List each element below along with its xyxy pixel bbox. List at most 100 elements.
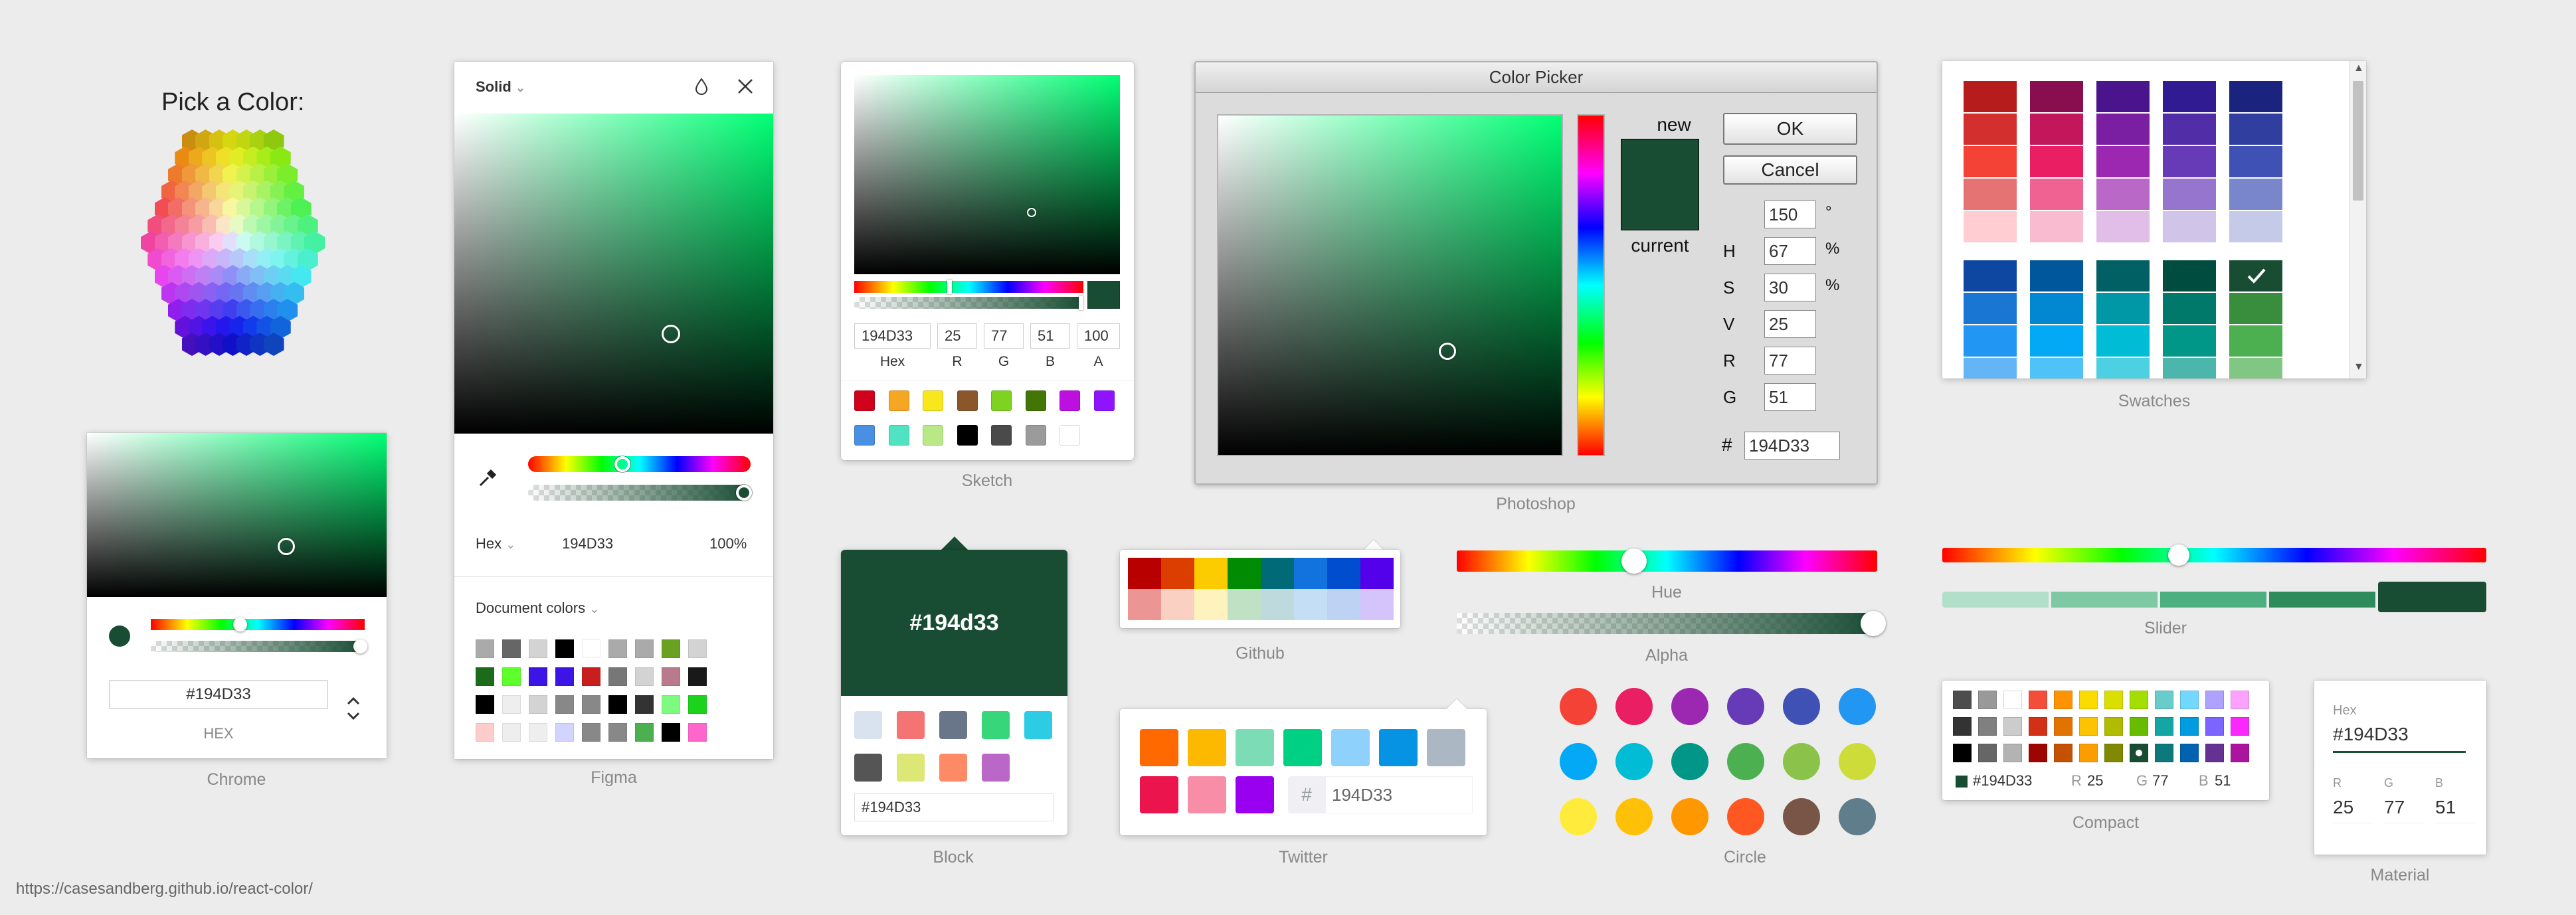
- github-swatch[interactable]: [1161, 558, 1194, 589]
- sketch-preset-swatch[interactable]: [923, 390, 943, 411]
- photoshop-hex-input[interactable]: 194D33: [1744, 432, 1840, 459]
- compact-swatch[interactable]: [2155, 691, 2173, 709]
- sketch-a-input[interactable]: 100: [1077, 323, 1120, 349]
- figma-swatch[interactable]: [662, 639, 680, 658]
- alpha-slider-thumb[interactable]: [736, 485, 752, 501]
- compact-swatch[interactable]: [2180, 717, 2199, 736]
- alpha-slider-thumb[interactable]: [353, 639, 367, 653]
- swatches-color[interactable]: [2163, 293, 2216, 324]
- slider-shade-swatch[interactable]: [2051, 592, 2158, 608]
- photoshop-field-input[interactable]: 30: [1764, 274, 1816, 301]
- compact-swatch[interactable]: [2003, 717, 2022, 736]
- swatches-color[interactable]: [2163, 114, 2216, 145]
- swatches-color[interactable]: [2229, 358, 2282, 378]
- swatches-color[interactable]: [2229, 114, 2282, 145]
- figma-alpha-slider[interactable]: [528, 485, 751, 501]
- figma-swatch[interactable]: [582, 695, 600, 714]
- photoshop-field-input[interactable]: 77: [1764, 347, 1816, 374]
- compact-swatch[interactable]: [1953, 744, 1972, 762]
- figma-swatch[interactable]: [555, 639, 574, 658]
- compact-swatch[interactable]: [2029, 691, 2047, 709]
- github-swatch[interactable]: [1294, 589, 1327, 620]
- sketch-preset-swatch[interactable]: [1059, 390, 1080, 411]
- figma-swatch[interactable]: [662, 667, 680, 686]
- swatches-color[interactable]: [2229, 293, 2282, 324]
- swatches-color[interactable]: [2096, 114, 2150, 145]
- twitter-swatch[interactable]: [1236, 729, 1274, 766]
- compact-g-value[interactable]: 77: [2152, 772, 2168, 790]
- material-b-input[interactable]: 51: [2435, 797, 2475, 823]
- swatches-color[interactable]: [1964, 325, 2017, 357]
- figma-hex-value[interactable]: 194D33: [562, 535, 613, 552]
- compact-swatch[interactable]: [2054, 744, 2072, 762]
- cancel-button[interactable]: Cancel: [1723, 155, 1857, 185]
- figma-swatch[interactable]: [555, 667, 574, 686]
- block-swatch[interactable]: [939, 754, 967, 782]
- figma-swatch[interactable]: [635, 667, 654, 686]
- compact-swatch[interactable]: [1953, 717, 1972, 736]
- swatches-color[interactable]: [1964, 293, 2017, 324]
- circle-swatch[interactable]: [1615, 688, 1653, 725]
- compact-b-value[interactable]: 51: [2215, 772, 2231, 790]
- circle-swatch[interactable]: [1560, 743, 1597, 780]
- sketch-preset-swatch[interactable]: [991, 390, 1012, 411]
- figma-swatch[interactable]: [635, 695, 654, 714]
- sketch-preset-swatch[interactable]: [991, 425, 1012, 446]
- slider-hue-bar[interactable]: [1942, 544, 2486, 566]
- swatches-color[interactable]: [2030, 325, 2083, 357]
- slider-shade-swatch[interactable]: [2269, 592, 2375, 608]
- github-swatch[interactable]: [1261, 589, 1294, 620]
- compact-swatch[interactable]: [2231, 717, 2249, 736]
- footer-url[interactable]: https://casesandberg.github.io/react-col…: [16, 880, 313, 898]
- swatches-color[interactable]: [2030, 211, 2083, 242]
- github-swatch[interactable]: [1228, 558, 1261, 589]
- circle-swatch[interactable]: [1839, 688, 1876, 725]
- swatches-color[interactable]: [2096, 211, 2150, 242]
- swatches-color[interactable]: [2030, 114, 2083, 145]
- twitter-swatch[interactable]: [1283, 729, 1322, 766]
- twitter-swatch[interactable]: [1427, 729, 1465, 766]
- swatches-color[interactable]: [2096, 260, 2150, 291]
- figma-swatch[interactable]: [582, 667, 600, 686]
- circle-swatch[interactable]: [1615, 743, 1653, 780]
- swatches-color[interactable]: [2163, 211, 2216, 242]
- hue-slider-thumb[interactable]: [1621, 548, 1647, 574]
- slider-shade-swatch[interactable]: [2160, 592, 2266, 608]
- github-swatch[interactable]: [1327, 558, 1360, 589]
- format-toggle-icon[interactable]: [343, 692, 363, 725]
- compact-swatch[interactable]: [2130, 717, 2148, 736]
- twitter-swatch[interactable]: [1331, 729, 1370, 766]
- figma-swatch[interactable]: [688, 695, 707, 714]
- photoshop-saturation-area[interactable]: [1217, 114, 1563, 456]
- circle-swatch[interactable]: [1671, 798, 1708, 835]
- swatches-color[interactable]: [2096, 293, 2150, 324]
- photoshop-field-input[interactable]: 25: [1764, 310, 1816, 338]
- compact-swatch[interactable]: [2130, 691, 2148, 709]
- swatches-scrollbar[interactable]: ▲ ▼: [2349, 61, 2366, 378]
- hue-slider-thumb[interactable]: [233, 618, 247, 631]
- material-r-input[interactable]: 25: [2333, 797, 2373, 823]
- figma-swatch[interactable]: [502, 723, 521, 742]
- swatches-color[interactable]: [1964, 81, 2017, 112]
- slider-shade-swatch[interactable]: [2378, 582, 2486, 612]
- figma-swatch[interactable]: [635, 723, 654, 742]
- photoshop-field-input[interactable]: 67: [1764, 237, 1816, 265]
- github-swatch[interactable]: [1360, 589, 1394, 620]
- swatches-color[interactable]: [2229, 325, 2282, 357]
- swatches-color[interactable]: [2030, 81, 2083, 112]
- compact-swatch[interactable]: [2205, 691, 2224, 709]
- saturation-pointer[interactable]: [1027, 208, 1036, 217]
- swatches-color[interactable]: [2163, 260, 2216, 291]
- sketch-alpha-slider[interactable]: [854, 295, 1083, 310]
- swatches-color[interactable]: [2163, 146, 2216, 177]
- sketch-r-input[interactable]: 25: [937, 323, 977, 349]
- saturation-pointer[interactable]: [662, 325, 680, 343]
- figma-swatch[interactable]: [502, 667, 521, 686]
- sketch-preset-swatch[interactable]: [888, 390, 909, 411]
- github-swatch[interactable]: [1228, 589, 1261, 620]
- sketch-hue-slider[interactable]: [854, 280, 1083, 294]
- swatches-color[interactable]: [2163, 81, 2216, 112]
- twitter-swatch[interactable]: [1140, 776, 1178, 813]
- block-swatch[interactable]: [982, 711, 1010, 739]
- chrome-saturation-area[interactable]: [87, 433, 387, 597]
